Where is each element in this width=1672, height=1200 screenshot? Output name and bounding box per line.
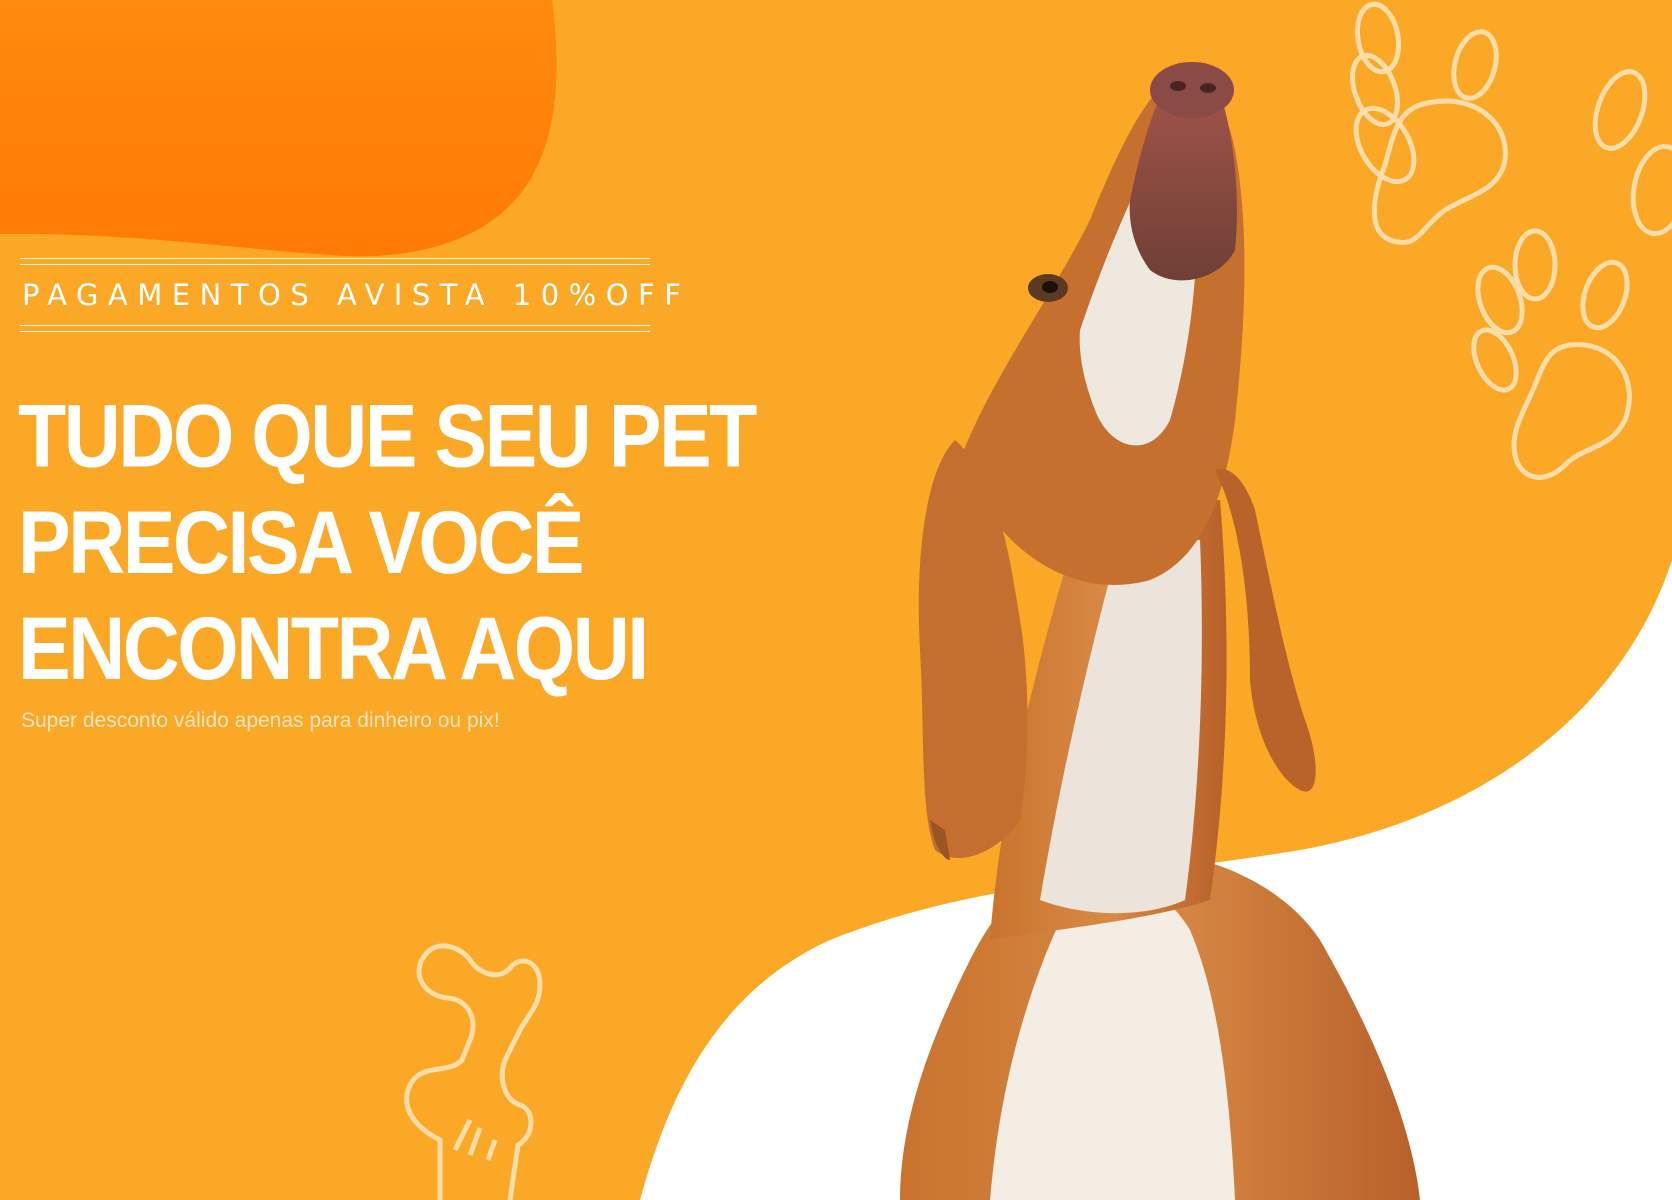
promo-divider <box>20 264 650 265</box>
orange-blob-shape <box>0 0 557 257</box>
promo-divider <box>20 325 650 326</box>
promo-divider <box>20 331 650 332</box>
headline-line: PRECISA VOCÊ <box>18 491 585 593</box>
headline-line: TUDO QUE SEU PET <box>18 385 757 486</box>
promo-label: PAGAMENTOS AVISTA 10%OFF <box>22 278 691 312</box>
promo-divider <box>20 258 650 259</box>
discount-subtext: Super desconto válido apenas para dinhei… <box>21 709 500 732</box>
headline-line: ENCONTRA AQUI <box>18 597 649 699</box>
promo-strip: PAGAMENTOS AVISTA 10%OFF <box>20 258 681 332</box>
hero-banner: PAGAMENTOS AVISTA 10%OFF TUDO QUE SEU PE… <box>0 0 1672 1200</box>
headline: TUDO QUE SEU PET PRECISA VOCÊ ENCONTRA A… <box>18 383 757 702</box>
